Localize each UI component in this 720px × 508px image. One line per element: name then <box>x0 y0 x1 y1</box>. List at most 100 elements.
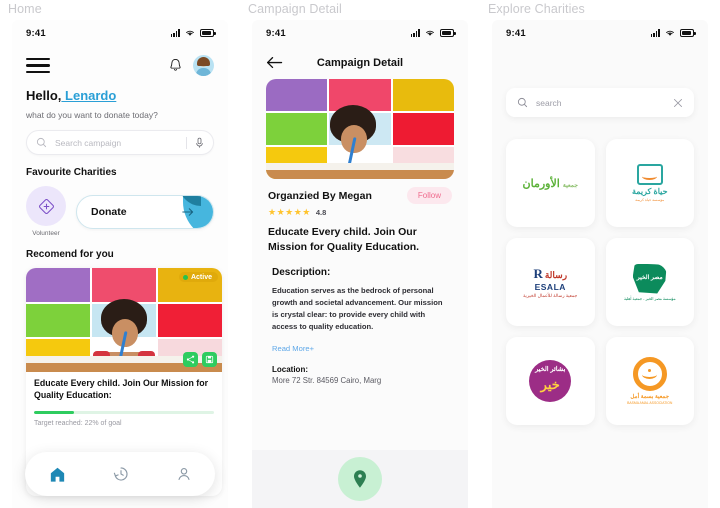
volunteer-item[interactable]: Volunteer <box>26 186 66 237</box>
people-figures-icon: ﺧﻴﺮ <box>540 376 560 392</box>
campaign-card-foot: Target reached: 22% of goal <box>34 420 122 428</box>
charity-logo-basma-amal: جمعية بسمة أمل BASMA AMAL ASSOCIATION <box>627 357 672 405</box>
back-arrow-icon[interactable] <box>266 56 284 69</box>
charity-name-orman: الأورمان <box>522 177 560 190</box>
campaign-card-image: Active <box>26 268 222 373</box>
home-icon[interactable] <box>48 465 67 484</box>
map-preview[interactable] <box>252 450 468 508</box>
resala-monogram-icon: R <box>533 265 543 281</box>
status-icons <box>170 29 216 37</box>
rating-row: ★★★★★ 4.8 <box>268 207 452 218</box>
person-icon[interactable] <box>175 465 193 483</box>
explore-search-bar[interactable]: search <box>506 88 694 117</box>
detail-header: Campaign Detail <box>252 46 468 69</box>
screens-canvas: Home 9:41 Hello, Lenardo what do you wan… <box>0 0 720 508</box>
favourite-row: Volunteer Donate <box>26 186 214 237</box>
hamburger-menu-icon[interactable] <box>26 54 50 77</box>
charity-card-resala[interactable]: R رسالة ESALA جمعية رسالة للأعمال الخيري… <box>506 238 595 326</box>
status-bar: 9:41 <box>492 20 708 46</box>
greeting-name: Lenardo <box>61 88 117 104</box>
card-actions <box>183 352 217 368</box>
donate-label: Donate <box>91 205 127 218</box>
haya-karima-frame-icon <box>636 164 663 185</box>
status-icons <box>650 29 696 37</box>
follow-button[interactable]: Follow <box>406 187 452 205</box>
volunteer-icon-bubble <box>26 186 66 227</box>
charity-grid: جمعية الأورمان حياة كريمة مؤسسة حياة كري… <box>506 139 694 425</box>
wifi-icon <box>186 30 194 36</box>
charity-name-resala-ar: رسالة <box>544 269 568 280</box>
charity-card-haya-karima[interactable]: حياة كريمة مؤسسة حياة كريمة <box>605 139 694 227</box>
page-title: Campaign Detail <box>316 56 404 69</box>
search-input[interactable]: search <box>536 98 665 108</box>
charity-logo-haya-karima: حياة كريمة مؤسسة حياة كريمة <box>632 164 668 202</box>
charity-sub-basma-amal: BASMA AMAL ASSOCIATION <box>627 401 673 405</box>
status-bar: 9:41 <box>12 20 228 46</box>
signal-icon <box>650 29 660 37</box>
header-actions <box>167 55 214 77</box>
screen-label-home: Home <box>8 2 42 16</box>
campaign-title: Educate Every child. Join Our Mission fo… <box>268 226 420 253</box>
screen-label-campaign-detail: Campaign Detail <box>248 2 342 16</box>
signal-icon <box>170 29 180 37</box>
phone-frame-detail: 9:41 Campaign Detail Organzied By Megan … <box>252 20 468 508</box>
campaign-progress-bar <box>34 410 214 415</box>
wifi-icon <box>426 30 434 36</box>
smile-hand-icon <box>632 357 667 391</box>
charity-card-orman[interactable]: جمعية الأورمان <box>506 139 595 227</box>
battery-icon <box>440 29 456 37</box>
search-icon <box>517 97 528 108</box>
charity-sub-resala: جمعية رسالة للأعمال الخيرية <box>523 292 578 298</box>
microphone-icon[interactable] <box>195 137 204 149</box>
signal-icon <box>410 29 420 37</box>
status-badge: Active <box>178 272 218 283</box>
screen-campaign-detail: Campaign Detail 9:41 Campaign Detail Org… <box>240 0 480 508</box>
charity-sub-haya-karima: مؤسسة حياة كريمة <box>635 198 665 202</box>
rating-value: 4.8 <box>315 208 327 218</box>
hero-photo-desk <box>266 163 454 180</box>
history-clock-icon[interactable] <box>112 465 130 483</box>
campaign-card-title: Educate Every child. Join Our Mission fo… <box>34 378 209 401</box>
campaign-card-body: Educate Every child. Join Our Mission fo… <box>26 372 222 436</box>
charity-logo-orman: جمعية الأورمان <box>523 177 578 190</box>
map-pin-icon <box>354 470 366 488</box>
organizer-name: Organzied By Megan <box>268 189 372 202</box>
greeting-block: Hello, Lenardo what do you want to donat… <box>12 77 228 120</box>
greeting-subtitle: what do you want to donate today? <box>26 110 158 121</box>
battery-icon <box>200 29 216 37</box>
charity-card-bashaer-el-kheir[interactable]: بشائر الخير ﺧﻴﺮ <box>506 337 595 425</box>
bottom-navigation[interactable] <box>25 452 215 496</box>
resala-top: R رسالة <box>533 266 567 282</box>
share-icon[interactable] <box>183 352 198 368</box>
donate-button[interactable]: Donate <box>76 194 214 229</box>
charity-logo-resala: R رسالة ESALA جمعية رسالة للأعمال الخيري… <box>523 266 577 299</box>
screen-label-explore: Explore Charities <box>488 2 585 16</box>
charity-card-basma-amal[interactable]: جمعية بسمة أمل BASMA AMAL ASSOCIATION <box>605 337 694 425</box>
status-icons <box>410 29 456 37</box>
charity-name-bashaer-el-kheir: بشائر الخير <box>535 366 566 373</box>
charity-logo-bashaer-el-kheir: بشائر الخير ﺧﻴﺮ <box>529 360 572 402</box>
map-pin-bubble <box>338 457 382 501</box>
greeting-prefix: Hello, <box>26 88 62 104</box>
search-campaign-bar[interactable]: Search campaign <box>26 130 214 156</box>
save-icon[interactable] <box>202 352 217 368</box>
charity-name-basma-amal: جمعية بسمة أمل <box>630 394 670 400</box>
location-value: More 72 Str. 84569 Cairo, Marg <box>272 375 382 385</box>
status-time: 9:41 <box>506 27 526 39</box>
battery-icon <box>680 29 696 37</box>
notification-bell-icon[interactable] <box>167 57 184 74</box>
volunteer-label: Volunteer <box>32 230 60 238</box>
close-x-icon[interactable] <box>673 98 683 108</box>
read-more-link[interactable]: Read More+ <box>272 344 448 353</box>
charity-prefix-orman: جمعية <box>562 182 578 189</box>
search-input[interactable]: Search campaign <box>55 138 178 148</box>
status-badge-label: Active <box>190 273 212 281</box>
avatar[interactable] <box>193 55 214 77</box>
organizer-row: Organzied By Megan Follow <box>268 187 452 205</box>
charity-name-haya-karima: حياة كريمة <box>631 187 668 196</box>
charity-logo-misr-el-kheir: مصر الخير مؤسسة مصر الخير - جمعية أهلية <box>624 263 676 301</box>
charity-card-misr-el-kheir[interactable]: مصر الخير مؤسسة مصر الخير - جمعية أهلية <box>605 238 694 326</box>
favourite-charities-title: Favourite Charities <box>26 167 117 179</box>
description-body: Education serves as the bedrock of perso… <box>272 286 443 331</box>
screen-explore-charities: Explore Charities 9:41 search جمعية الأو… <box>480 0 720 508</box>
